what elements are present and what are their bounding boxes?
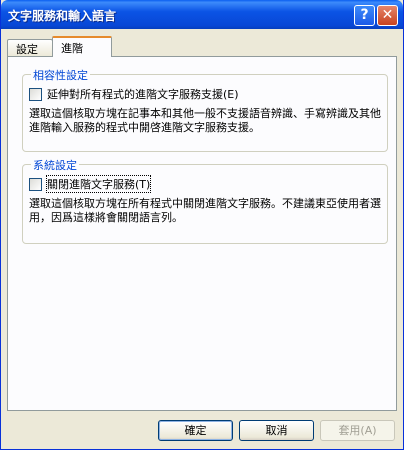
checkbox-box[interactable]	[29, 177, 42, 191]
extend-support-checkbox[interactable]: 延伸對所有程式的進階文字服務支援(E)	[29, 86, 239, 102]
close-button[interactable]: ✕	[377, 5, 398, 26]
turn-off-services-checkbox[interactable]: 關閉進階文字服務(T)	[29, 175, 152, 193]
system-legend: 系統設定	[31, 157, 79, 173]
dialog-window: 文字服務和輸入語言 ? ✕ 設定 進階 相容性設定 延伸對所有程式的進階文字服務…	[0, 0, 404, 450]
tab-settings[interactable]: 設定	[7, 39, 53, 56]
cancel-button[interactable]: 取消	[239, 420, 314, 441]
compatibility-group: 相容性設定 延伸對所有程式的進階文字服務支援(E) 選取這個核取方塊在記事本和其…	[22, 67, 388, 152]
system-group: 系統設定 關閉進階文字服務(T) 選取這個核取方塊在所有程式中關閉進階文字服務。…	[22, 157, 388, 244]
ok-button[interactable]: 確定	[158, 420, 233, 441]
extend-support-label[interactable]: 延伸對所有程式的進階文字服務支援(E)	[47, 86, 239, 102]
checkbox-box[interactable]	[29, 87, 42, 101]
compatibility-description: 選取這個核取方塊在記事本和其他一般不支援語音辨識、手寫辨識及其他進階輸入服務的程…	[29, 107, 381, 134]
apply-button[interactable]: 套用(A)	[320, 420, 395, 441]
tab-panel-advanced: 相容性設定 延伸對所有程式的進階文字服務支援(E) 選取這個核取方塊在記事本和其…	[7, 56, 397, 411]
system-description: 選取這個核取方塊在所有程式中關閉進階文字服務。不建議東亞使用者選用，因爲這樣將會…	[29, 197, 381, 224]
tab-advanced[interactable]: 進階	[52, 36, 112, 57]
title-bar[interactable]: 文字服務和輸入語言 ? ✕	[1, 0, 403, 29]
compatibility-legend: 相容性設定	[31, 67, 90, 83]
window-title: 文字服務和輸入語言	[8, 9, 117, 23]
turn-off-services-label[interactable]: 關閉進階文字服務(T)	[45, 175, 152, 193]
help-button[interactable]: ?	[354, 5, 375, 26]
